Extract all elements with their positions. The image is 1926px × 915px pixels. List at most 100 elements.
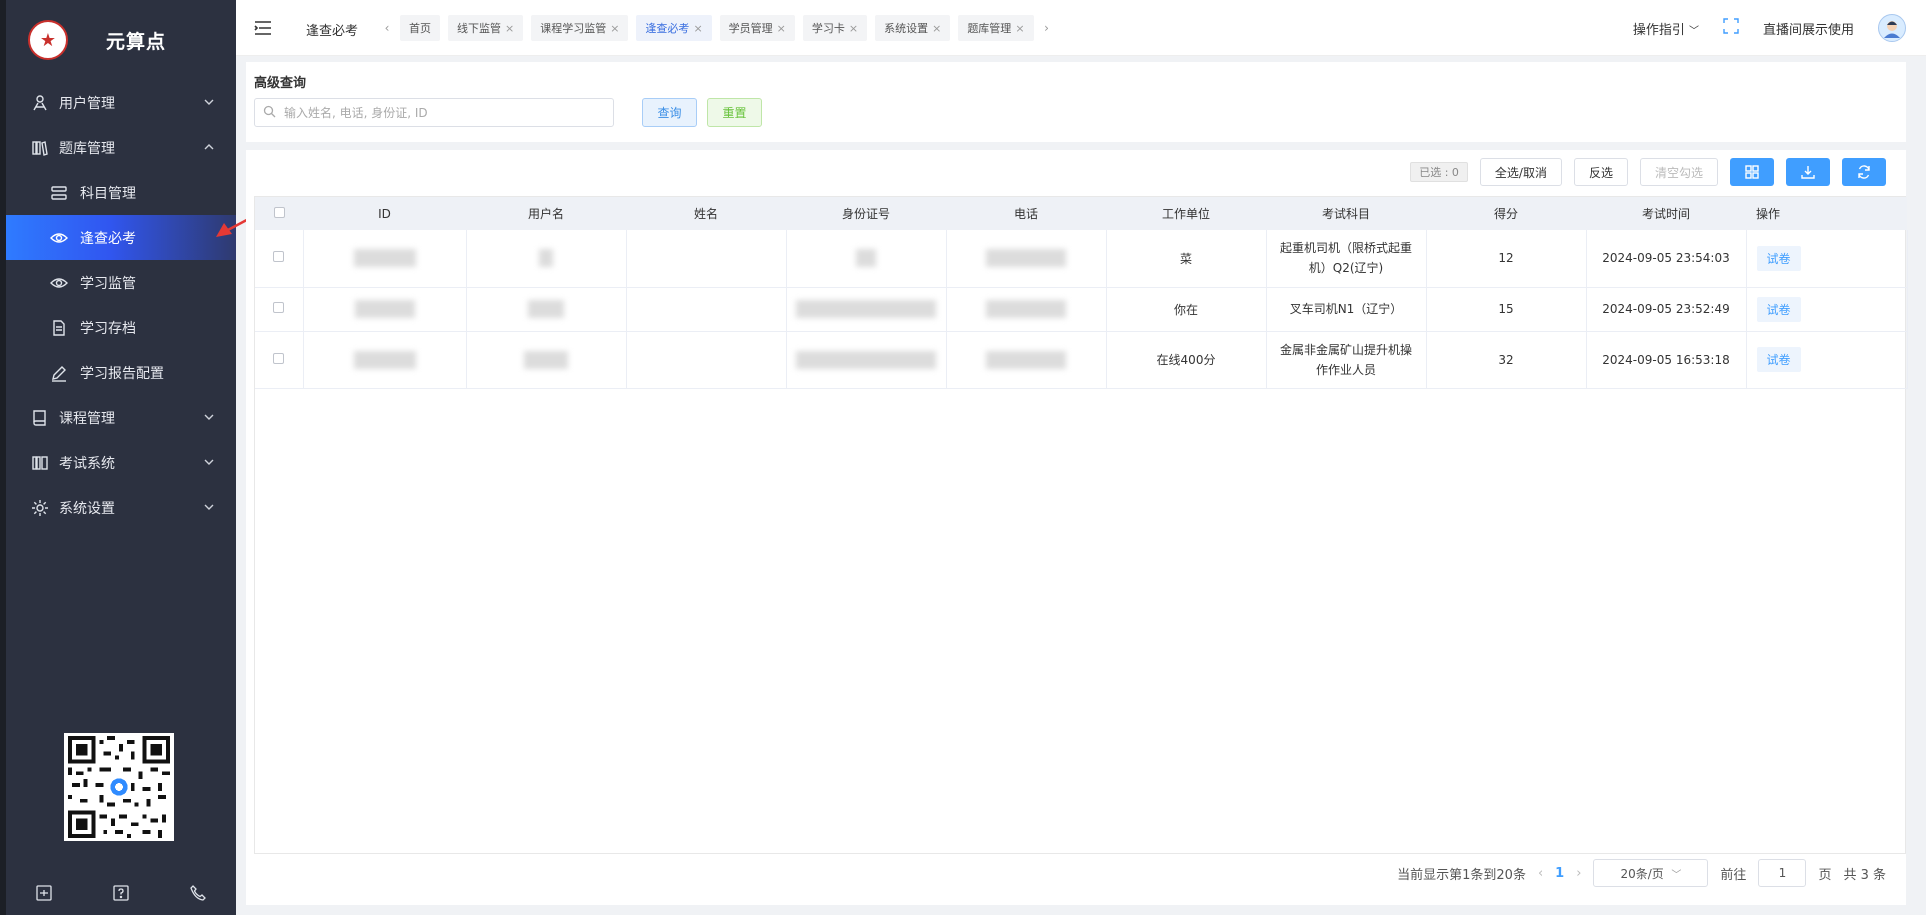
document-icon xyxy=(48,317,70,339)
action-cell: 试卷 xyxy=(1746,331,1908,389)
sidebar-item-must-check[interactable]: 逢查必考 xyxy=(6,215,236,260)
redacted-value xyxy=(986,249,1066,268)
exam-icon xyxy=(29,452,51,474)
redacted-value xyxy=(796,300,936,318)
paper-link[interactable]: 试卷 xyxy=(1756,245,1801,271)
close-icon[interactable]: × xyxy=(610,22,619,35)
action-cell: 试卷 xyxy=(1746,230,1908,288)
redacted-value xyxy=(528,300,564,318)
table-row[interactable]: 在线400分 金属非金属矿山提升机操作作业人员 32 2024-09-05 16… xyxy=(255,331,1908,389)
close-icon[interactable]: × xyxy=(505,22,514,35)
user-name[interactable]: 直播间展示使用 xyxy=(1763,19,1854,38)
menu-toggle-icon[interactable] xyxy=(254,20,272,40)
sidebar-item-study-archive[interactable]: 学习存档 xyxy=(6,305,236,350)
tab-label: 线下监管 xyxy=(457,22,501,35)
subject-cell: 金属非金属矿山提升机操作作业人员 xyxy=(1266,331,1427,389)
tab-bar: ‹ 首页 线下监管 × 课程学习监管 × 逢查必考 × 学员管理 × 学习卡 × 系统设置… xyxy=(382,15,1052,41)
tab-question-bank[interactable]: 题库管理 × xyxy=(958,15,1034,41)
goto-label: 前往 xyxy=(1720,867,1747,883)
id-cell xyxy=(303,331,467,389)
table-toolbar: 已选 : 0 全选/取消 反选 清空勾选 xyxy=(1410,158,1886,186)
sidebar-item-courses[interactable]: 课程管理 xyxy=(6,395,236,440)
phone-icon[interactable] xyxy=(189,884,207,906)
sidebar-item-settings[interactable]: 系统设置 xyxy=(6,485,236,530)
current-page[interactable]: 1 xyxy=(1555,866,1564,881)
screen-icon[interactable] xyxy=(35,884,53,906)
tab-student-management[interactable]: 学员管理 × xyxy=(719,15,795,41)
time-cell: 2024-09-05 16:53:18 xyxy=(1586,331,1747,389)
subject-icon xyxy=(48,182,70,204)
topbar-right: 操作指引 ﹀ 直播间展示使用 xyxy=(1633,14,1906,42)
row-checkbox-cell[interactable] xyxy=(255,331,304,389)
clear-selection-button[interactable]: 清空勾选 xyxy=(1639,158,1718,186)
reset-button[interactable]: 重置 xyxy=(707,98,762,127)
paper-link[interactable]: 试卷 xyxy=(1756,296,1801,322)
grid-view-button[interactable] xyxy=(1730,158,1774,186)
subject-cell: 起重机司机（限桥式起重机）Q2(辽宁) xyxy=(1266,230,1427,288)
close-icon[interactable]: × xyxy=(849,22,858,35)
eye-icon xyxy=(48,272,70,294)
row-checkbox-cell[interactable] xyxy=(255,287,304,332)
tab-course-study-supervision[interactable]: 课程学习监管 × xyxy=(531,15,629,41)
checkbox[interactable] xyxy=(273,352,285,364)
close-icon[interactable]: × xyxy=(693,22,702,35)
query-button[interactable]: 查询 xyxy=(642,98,697,127)
sidebar-item-label: 逢查必考 xyxy=(80,230,136,247)
tab-scroll-left-icon[interactable]: ‹ xyxy=(382,21,392,35)
sidebar-item-users[interactable]: 用户管理 xyxy=(6,80,236,125)
unit-cell: 在线400分 xyxy=(1106,331,1267,389)
refresh-button[interactable] xyxy=(1842,158,1886,186)
tab-study-card[interactable]: 学习卡 × xyxy=(802,15,868,41)
sidebar-item-label: 考试系统 xyxy=(59,455,115,472)
breadcrumb: 逢查必考 xyxy=(306,24,359,39)
avatar[interactable] xyxy=(1878,14,1906,42)
paper-link[interactable]: 试卷 xyxy=(1756,347,1801,372)
chevron-up-icon xyxy=(204,144,214,150)
grid-icon xyxy=(1745,165,1759,179)
sidebar-item-study-supervision[interactable]: 学习监管 xyxy=(6,260,236,305)
goto-page-input[interactable]: 1 xyxy=(1758,859,1807,887)
close-icon[interactable]: × xyxy=(932,22,941,35)
next-page-icon[interactable]: › xyxy=(1576,866,1581,881)
fullscreen-icon[interactable] xyxy=(1723,18,1739,38)
column-header: 用户名 xyxy=(466,197,626,230)
tab-offline-supervision[interactable]: 线下监管 × xyxy=(448,15,524,41)
subject-cell: 叉车司机N1（辽宁） xyxy=(1266,287,1427,332)
sidebar-item-label: 系统设置 xyxy=(59,500,115,517)
sidebar-item-subject-management[interactable]: 科目管理 xyxy=(6,170,236,215)
sidebar-item-report-config[interactable]: 学习报告配置 xyxy=(6,350,236,395)
checkbox[interactable] xyxy=(273,302,285,313)
table-row[interactable]: 菜 起重机司机（限桥式起重机）Q2(辽宁) 12 2024-09-05 23:5… xyxy=(255,230,1908,288)
redacted-value xyxy=(539,249,553,268)
invert-selection-button[interactable]: 反选 xyxy=(1573,158,1628,186)
checkbox[interactable] xyxy=(273,251,285,263)
select-all-button[interactable]: 全选/取消 xyxy=(1479,158,1562,186)
tab-home[interactable]: 首页 xyxy=(400,15,440,41)
column-header: 考试时间 xyxy=(1586,197,1746,230)
tab-scroll-right-icon[interactable]: › xyxy=(1042,21,1052,35)
filter-title: 高级查询 xyxy=(254,76,307,91)
search-icon xyxy=(263,105,276,121)
pagination: 当前显示第1条到20条 ‹ 1 › 20条/页 ﹀ 前往 1 页 共 3 条 xyxy=(1397,859,1886,887)
prev-page-icon[interactable]: ‹ xyxy=(1538,866,1543,881)
id-cell xyxy=(303,230,467,288)
table-row[interactable]: 你在 叉车司机N1（辽宁） 15 2024-09-05 23:52:49 试卷 xyxy=(255,287,1908,332)
sidebar-item-question-bank[interactable]: 题库管理 xyxy=(6,125,236,170)
tab-system-settings[interactable]: 系统设置 × xyxy=(875,15,951,41)
page-size-select[interactable]: 20条/页 ﹀ xyxy=(1593,859,1709,887)
close-icon[interactable]: × xyxy=(1015,22,1024,35)
checkbox[interactable] xyxy=(273,206,285,218)
column-header: 姓名 xyxy=(626,197,786,230)
header-checkbox[interactable] xyxy=(255,197,303,230)
help-icon[interactable] xyxy=(112,884,130,906)
tab-must-check[interactable]: 逢查必考 × xyxy=(636,15,712,41)
redacted-value xyxy=(796,350,936,369)
close-icon[interactable]: × xyxy=(777,22,786,35)
search-input[interactable]: 输入姓名, 电话, 身份证, ID xyxy=(254,98,614,127)
tab-label: 首页 xyxy=(409,22,431,35)
row-checkbox-cell[interactable] xyxy=(255,230,304,288)
download-button[interactable] xyxy=(1786,158,1830,186)
guide-dropdown[interactable]: 操作指引 ﹀ xyxy=(1633,19,1699,38)
sidebar-item-exams[interactable]: 考试系统 xyxy=(6,440,236,485)
chevron-down-icon: ﹀ xyxy=(1671,869,1682,881)
